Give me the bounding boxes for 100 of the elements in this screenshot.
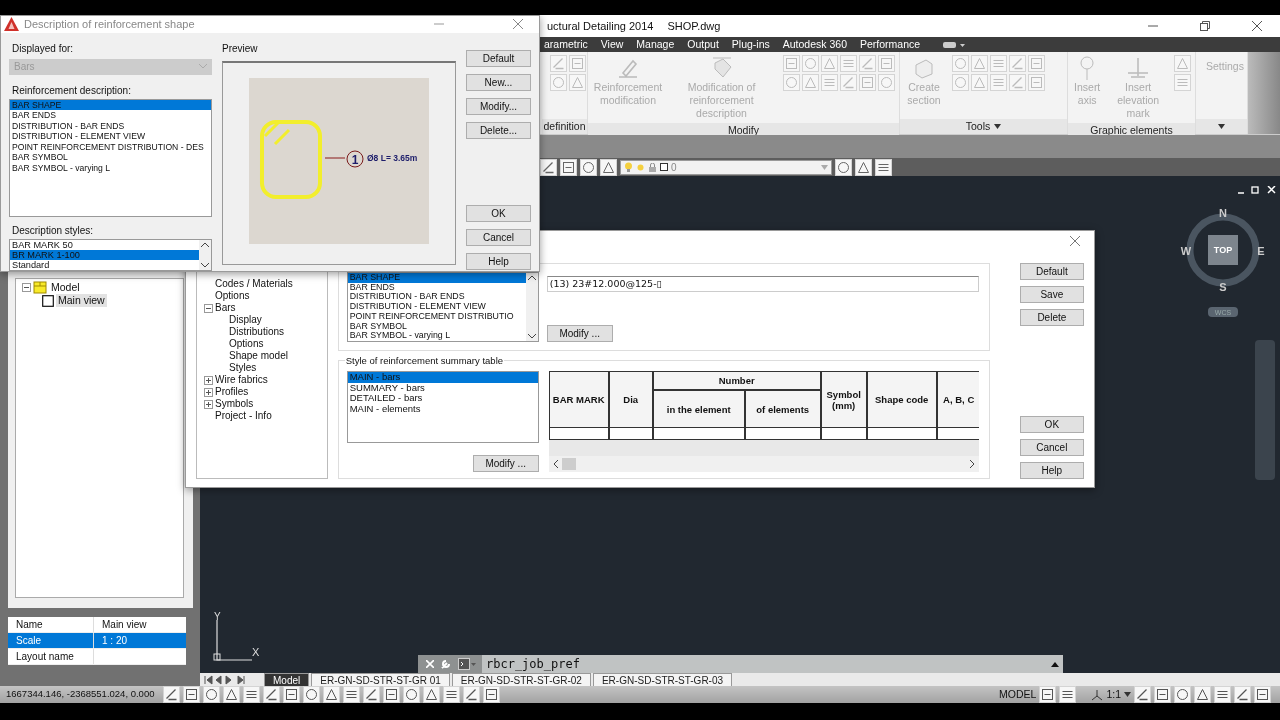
layer-tool-icon[interactable]: [580, 158, 597, 176]
ribbon-tab[interactable]: Plug-ins: [731, 36, 770, 53]
scroll-down-icon[interactable]: [527, 334, 536, 339]
compass-letter[interactable]: N: [1219, 207, 1227, 219]
tree-item[interactable]: Project - Info: [215, 410, 272, 422]
cube-face[interactable]: TOP: [1208, 235, 1238, 265]
tree-item[interactable]: Display: [229, 314, 262, 326]
list-item[interactable]: MAIN - bars: [347, 372, 538, 383]
tree-item[interactable]: Options: [215, 290, 250, 302]
dialog-button[interactable]: Delete...: [466, 121, 531, 139]
status-tool-icon[interactable]: [303, 686, 321, 703]
expander-icon[interactable]: [204, 375, 213, 385]
window-controls-icon[interactable]: [1238, 186, 1276, 194]
tree-item[interactable]: Main view: [56, 294, 107, 307]
layer-tool-icon[interactable]: [855, 158, 872, 176]
status-tool-icon[interactable]: [163, 686, 181, 703]
list-item[interactable]: DISTRIBUTION - BAR ENDS: [10, 120, 211, 132]
dialog-button[interactable]: Default: [466, 49, 531, 67]
tree-item[interactable]: Distributions: [229, 326, 285, 338]
status-tool-icon[interactable]: [323, 686, 341, 703]
tree-item[interactable]: Symbols: [215, 398, 254, 410]
tree-item[interactable]: Options: [229, 338, 264, 350]
list-item[interactable]: BAR ENDS: [347, 282, 526, 293]
dialog-button[interactable]: Save: [1019, 286, 1084, 303]
close-icon[interactable]: [513, 19, 523, 30]
expander-icon[interactable]: [22, 283, 31, 292]
tree-item[interactable]: Styles: [229, 362, 257, 374]
list-item[interactable]: BAR SYMBOL: [347, 321, 526, 332]
wrench-icon[interactable]: [440, 658, 452, 670]
space-toggle[interactable]: MODEL: [999, 686, 1037, 703]
list-item[interactable]: DISTRIBUTION - BAR ENDS: [347, 292, 526, 303]
status-tool-icon[interactable]: [443, 686, 461, 703]
dropdown-caret-icon[interactable]: [1124, 692, 1131, 697]
modify-button[interactable]: Modify ...: [472, 455, 539, 472]
list-item[interactable]: BAR SHAPE: [10, 99, 211, 111]
dialog-button[interactable]: Default: [1019, 263, 1084, 280]
tree-item[interactable]: Wire fabrics: [215, 374, 268, 386]
status-tool-icon[interactable]: [203, 686, 221, 703]
status-tool-icon[interactable]: [243, 686, 261, 703]
dialog-button[interactable]: Cancel: [1019, 439, 1084, 456]
status-tool-icon[interactable]: [363, 686, 381, 703]
list-item[interactable]: BAR ENDS: [10, 110, 211, 121]
dialog-button[interactable]: Delete: [1019, 309, 1084, 326]
dialog-button[interactable]: OK: [466, 204, 531, 222]
tree-item[interactable]: Model: [49, 281, 82, 294]
status-tool-icon[interactable]: [263, 686, 281, 703]
dialog-button[interactable]: Help: [1019, 462, 1084, 479]
status-tool-icon[interactable]: [343, 686, 361, 703]
modify-button[interactable]: Modify ...: [546, 325, 613, 342]
status-tool-icon[interactable]: [1214, 686, 1231, 703]
list-item[interactable]: DISTRIBUTION - ELEMENT VIEW: [10, 131, 211, 142]
status-tool-icon[interactable]: [1234, 686, 1251, 703]
status-tool-icon[interactable]: [1059, 686, 1077, 703]
layout-tab[interactable]: ER-GN-SD-STR-ST-GR 01: [311, 673, 450, 686]
status-tool-icon[interactable]: [183, 686, 201, 703]
list-item[interactable]: SUMMARY - bars: [347, 382, 538, 393]
status-tool-icon[interactable]: [1254, 686, 1271, 703]
ribbon-tab[interactable]: Manage: [636, 36, 675, 53]
list-item[interactable]: POINT REINFORCEMENT DISTRIBUTIO: [347, 311, 526, 322]
scrollbar[interactable]: [525, 273, 538, 341]
layout-tab[interactable]: ER-GN-SD-STR-ST-GR-03: [592, 673, 733, 686]
tree-item[interactable]: Shape model: [229, 350, 288, 362]
status-tool-icon[interactable]: [463, 686, 481, 703]
dialog-button[interactable]: Cancel: [466, 228, 531, 246]
ribbon-tab[interactable]: Performance: [860, 36, 921, 53]
maximize-icon[interactable]: [1200, 21, 1210, 31]
scrollbar[interactable]: [199, 239, 211, 270]
list-item[interactable]: BAR SYMBOL - varying L: [347, 331, 526, 341]
compass-letter[interactable]: S: [1219, 281, 1227, 293]
expander-icon[interactable]: [204, 303, 213, 313]
list-item[interactable]: POINT REINFORCEMENT DISTRIBUTION - DES: [10, 141, 211, 153]
status-tool-icon[interactable]: [1039, 686, 1057, 703]
compass-letter[interactable]: W: [1180, 245, 1192, 257]
layer-tool-icon[interactable]: [560, 158, 577, 176]
compass-letter[interactable]: E: [1257, 245, 1265, 257]
list-item[interactable]: BAR SHAPE: [347, 273, 526, 283]
description-field[interactable]: (13) 23#12.000@125-▯: [546, 276, 979, 292]
scroll-thumb[interactable]: [561, 458, 576, 470]
scroll-up-icon[interactable]: [527, 275, 536, 280]
dialog-button[interactable]: New...: [466, 73, 531, 91]
property-row[interactable]: Layout name: [8, 649, 186, 665]
ribbon-tab[interactable]: arametric: [544, 36, 588, 53]
list-item[interactable]: BAR MARK 50: [10, 239, 199, 250]
list-item[interactable]: Standard: [10, 259, 199, 270]
scroll-left-icon[interactable]: [552, 460, 558, 468]
layer-tool-icon[interactable]: [835, 158, 852, 176]
status-tool-icon[interactable]: [483, 686, 501, 703]
list-item[interactable]: BR MARK 1-100: [10, 249, 199, 260]
status-tool-icon[interactable]: [403, 686, 421, 703]
layer-tool-icon[interactable]: [600, 158, 617, 176]
scroll-down-icon[interactable]: [201, 262, 209, 268]
close-icon[interactable]: [1070, 236, 1080, 246]
ribbon-tab[interactable]: Autodesk 360: [782, 36, 847, 53]
list-item[interactable]: MAIN - elements: [347, 403, 538, 414]
status-tool-icon[interactable]: [1134, 686, 1151, 703]
property-row[interactable]: Scale 1 : 20: [8, 633, 186, 649]
status-tool-icon[interactable]: [1174, 686, 1191, 703]
status-tool-icon[interactable]: [1154, 686, 1171, 703]
expand-up-icon[interactable]: [1051, 661, 1059, 667]
ribbon-tab[interactable]: Output: [687, 36, 719, 53]
